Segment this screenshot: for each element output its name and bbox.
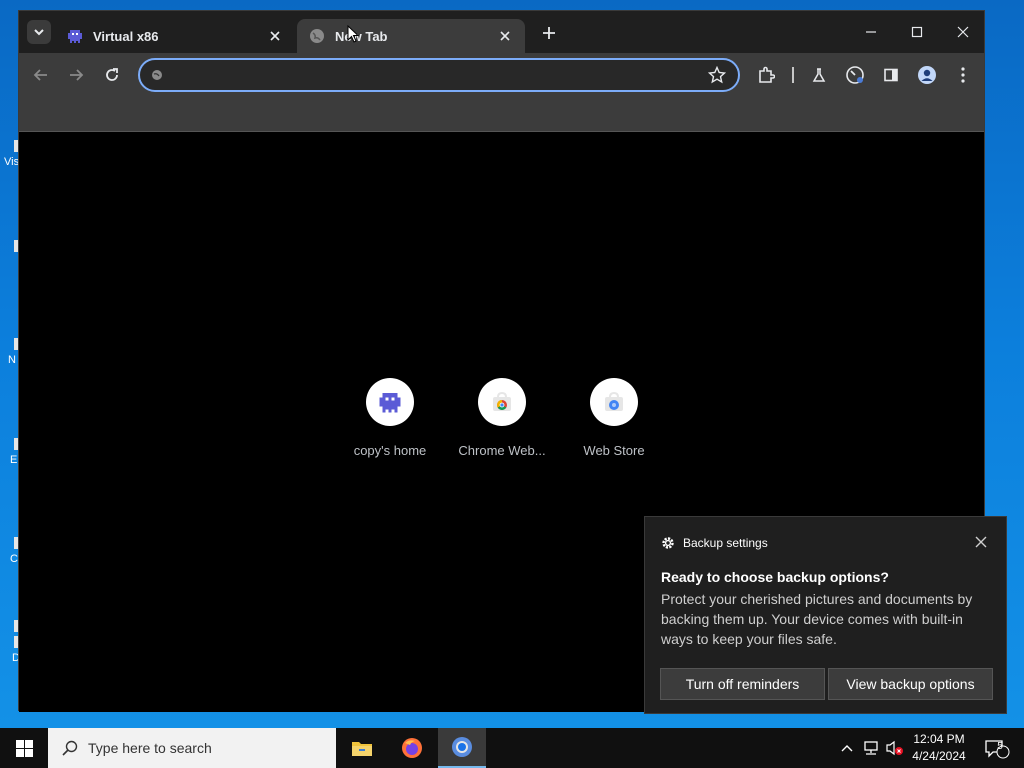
- volume-status[interactable]: [884, 728, 906, 768]
- system-clock[interactable]: 12:04 PM 4/24/2024: [906, 731, 972, 765]
- maximize-icon: [911, 26, 923, 38]
- site-info-icon: [152, 70, 162, 80]
- tab-close-button[interactable]: [267, 28, 283, 44]
- notification-title: Ready to choose backup options?: [661, 569, 889, 585]
- backup-notification: Backup settings Ready to choose backup o…: [644, 516, 1007, 714]
- tab-close-button[interactable]: [497, 28, 513, 44]
- flask-icon: [812, 68, 826, 82]
- search-icon: [62, 740, 78, 756]
- performance-button[interactable]: [843, 63, 867, 87]
- desktop-icon-fragment[interactable]: Vis: [0, 140, 19, 169]
- taskbar: Type here to search 12:04 PM 4/24/2024 5: [0, 728, 1024, 768]
- new-tab-button[interactable]: [538, 22, 560, 44]
- close-icon[interactable]: [974, 535, 988, 549]
- address-bar[interactable]: [138, 58, 740, 92]
- firefox-icon: [402, 738, 422, 758]
- shortcut-label: copy's home: [353, 443, 427, 458]
- shortcut-icon-tile: [590, 378, 638, 426]
- notification-app-name: Backup settings: [683, 536, 768, 550]
- chevron-down-icon: [34, 29, 44, 36]
- maximize-button[interactable]: [894, 11, 940, 53]
- close-icon: [500, 31, 510, 41]
- virtual-x86-favicon: [67, 28, 83, 44]
- forward-button[interactable]: [64, 63, 88, 87]
- tab-title: New Tab: [335, 28, 388, 44]
- tab-search-button[interactable]: [27, 20, 51, 44]
- tab-title: Virtual x86: [93, 28, 159, 44]
- bookmark-star-icon[interactable]: [708, 66, 726, 84]
- speaker-muted-icon: [886, 740, 903, 756]
- plus-icon: [543, 27, 555, 39]
- network-icon: [864, 741, 878, 755]
- reload-icon: [106, 68, 118, 81]
- clock-time: 12:04 PM: [913, 732, 965, 746]
- tab-virtual-x86[interactable]: Virtual x86: [55, 19, 295, 53]
- chrome-icon: [452, 737, 472, 757]
- web-store-icon: [605, 391, 623, 411]
- action-center-button[interactable]: 5: [978, 728, 1014, 768]
- turn-off-reminders-button[interactable]: Turn off reminders: [660, 668, 825, 700]
- reload-button[interactable]: [100, 63, 124, 87]
- toolbar: [19, 53, 984, 97]
- shortcut-label: Web Store: [583, 443, 645, 458]
- close-icon: [270, 31, 280, 41]
- desktop-icon-fragment[interactable]: [0, 240, 18, 256]
- notification-count-badge: 5: [997, 741, 1003, 752]
- menu-button[interactable]: [951, 63, 975, 87]
- taskbar-firefox[interactable]: [388, 728, 436, 768]
- title-bar: Virtual x86 New Tab: [19, 11, 984, 53]
- shortcut-web-store[interactable]: Web Store: [558, 378, 670, 458]
- notification-body: Protect your cherished pictures and docu…: [661, 591, 973, 647]
- taskbar-chrome[interactable]: [438, 728, 486, 768]
- folder-icon: [352, 742, 372, 756]
- close-window-button[interactable]: [940, 11, 986, 53]
- back-button[interactable]: [29, 63, 53, 87]
- taskbar-file-explorer[interactable]: [338, 728, 386, 768]
- kebab-menu-icon: [961, 67, 965, 83]
- shortcut-copys-home[interactable]: copy's home: [334, 378, 446, 458]
- profile-button[interactable]: [915, 63, 939, 87]
- puzzle-icon: [759, 66, 775, 83]
- desktop-icon-fragment[interactable]: C: [0, 537, 18, 566]
- avatar-icon: [918, 66, 936, 84]
- chrome-web-store-icon: [493, 391, 511, 411]
- shortcut-chrome-web[interactable]: Chrome Web...: [446, 378, 558, 458]
- minimize-icon: [866, 31, 876, 33]
- network-status[interactable]: [860, 728, 882, 768]
- extensions-button[interactable]: [754, 63, 778, 87]
- minimize-button[interactable]: [848, 11, 894, 53]
- windows-logo-icon: [15, 739, 33, 757]
- start-button[interactable]: [0, 728, 48, 768]
- clock-date: 4/24/2024: [912, 749, 966, 763]
- virtual-x86-favicon: [379, 393, 401, 413]
- bookmarks-bar: [19, 97, 984, 132]
- speedometer-icon: [846, 66, 864, 84]
- chevron-up-icon: [841, 745, 853, 752]
- desktop-icon-fragment[interactable]: E: [0, 438, 18, 467]
- taskbar-search[interactable]: Type here to search: [48, 728, 336, 768]
- side-panel-icon: [884, 68, 898, 82]
- desktop-icon-fragment[interactable]: D: [0, 620, 20, 665]
- globe-icon: [309, 28, 325, 44]
- tab-new-tab[interactable]: New Tab: [297, 19, 525, 53]
- arrow-right-icon: [70, 69, 84, 81]
- gear-icon: [662, 537, 674, 549]
- search-placeholder: Type here to search: [88, 740, 212, 756]
- desktop-icon-fragment[interactable]: N: [0, 338, 18, 367]
- notification-header: Backup settings: [661, 536, 768, 550]
- labs-button[interactable]: [807, 63, 831, 87]
- toolbar-separator: [792, 67, 794, 83]
- shortcut-icon-tile: [366, 378, 414, 426]
- address-input[interactable]: [170, 64, 690, 86]
- view-backup-options-button[interactable]: View backup options: [828, 668, 993, 700]
- shortcut-icon-tile: [478, 378, 526, 426]
- arrow-left-icon: [33, 69, 47, 81]
- shortcut-label: Chrome Web...: [458, 443, 546, 458]
- mouse-cursor-icon: [347, 25, 359, 43]
- show-hidden-icons-button[interactable]: [838, 728, 856, 768]
- side-panel-button[interactable]: [879, 63, 903, 87]
- close-icon: [957, 26, 969, 38]
